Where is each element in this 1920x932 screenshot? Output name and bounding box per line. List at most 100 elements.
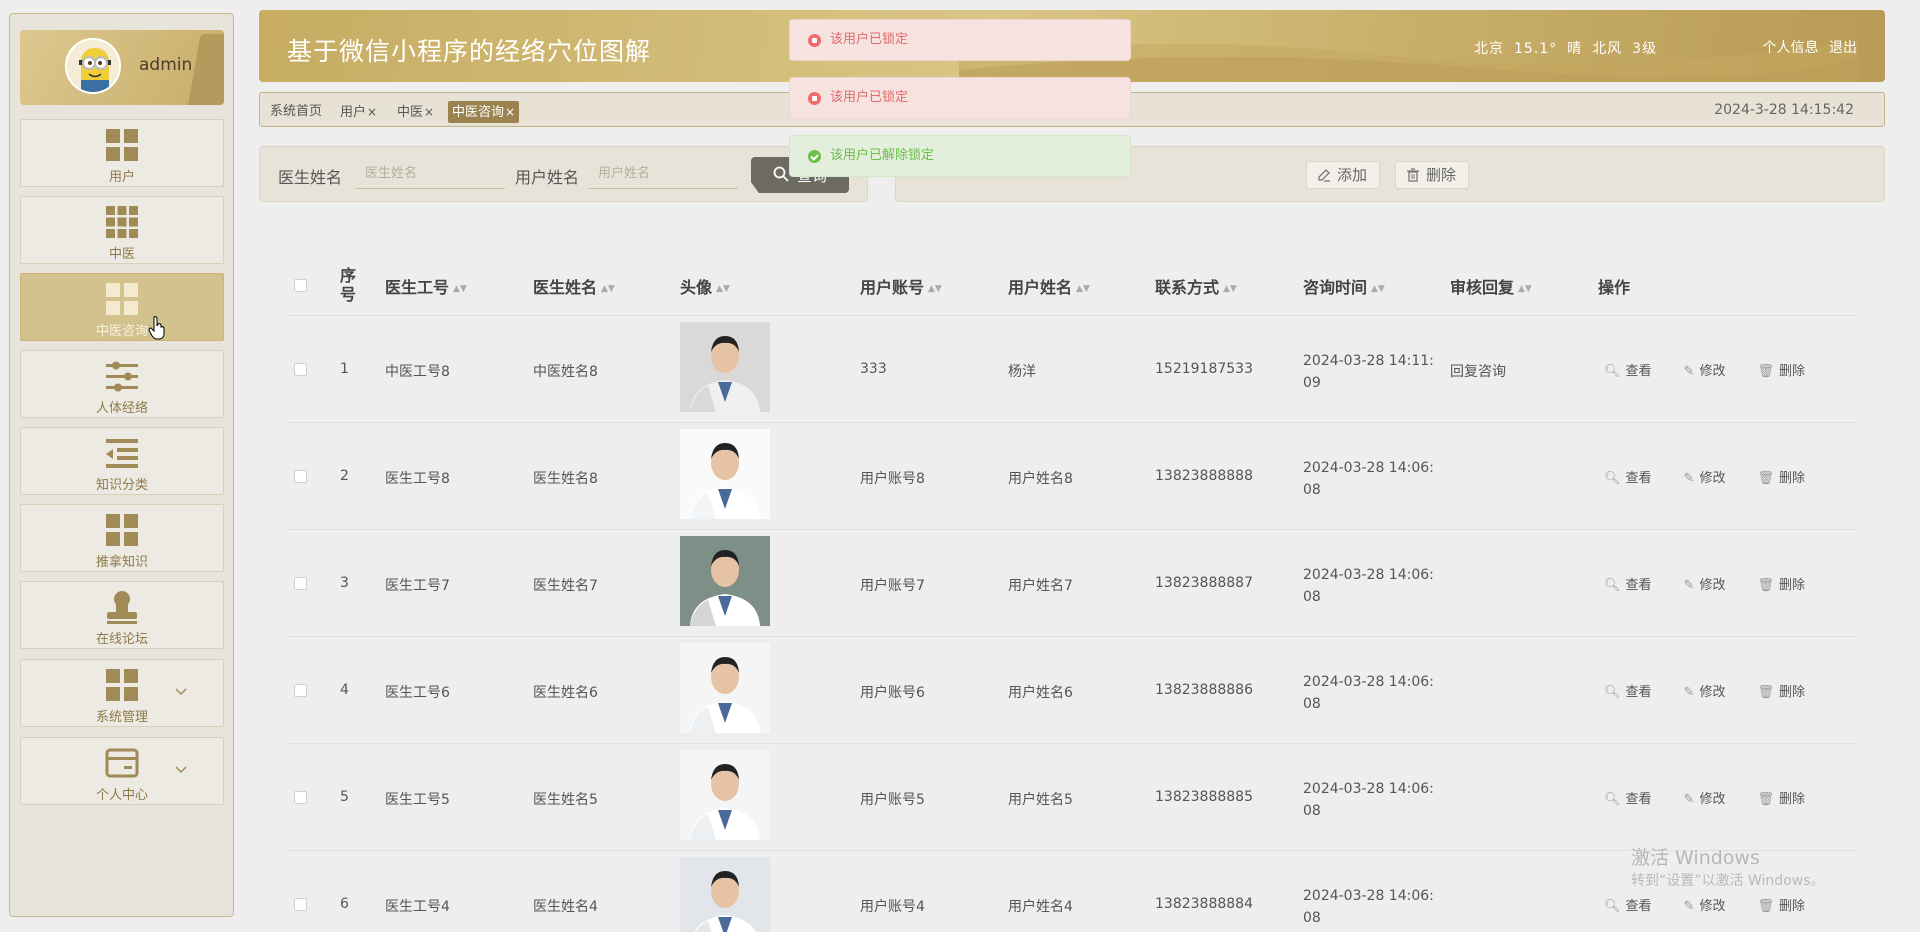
row-delete-button[interactable]: 🗑︎ 删除 bbox=[1757, 792, 1821, 807]
row-checkbox[interactable] bbox=[294, 791, 307, 804]
add-button[interactable]: 添加 bbox=[1306, 161, 1381, 189]
doctor-photo[interactable] bbox=[680, 857, 770, 932]
tab-users[interactable]: 用户× bbox=[336, 101, 381, 123]
row-delete-button[interactable]: 🗑︎ 删除 bbox=[1757, 899, 1821, 914]
tab-tcm-consult[interactable]: 中医咨询× bbox=[448, 101, 520, 123]
tab-label: 用户 bbox=[340, 105, 367, 120]
edit-button[interactable]: ✎ 修改 bbox=[1684, 685, 1742, 700]
profile-link[interactable]: 个人信息 bbox=[1763, 40, 1819, 56]
tab-close-icon[interactable]: × bbox=[424, 105, 434, 119]
sidebar-item-profile[interactable]: 个人中心 bbox=[20, 737, 224, 805]
search-icon: 🔍︎ bbox=[1604, 899, 1621, 914]
col-label: 医生姓名 bbox=[533, 278, 598, 297]
edit-pen-icon: ✎ bbox=[1683, 685, 1695, 700]
doctor-photo[interactable] bbox=[680, 429, 770, 519]
col-photo[interactable]: 头像 ▲▼ bbox=[680, 274, 730, 298]
cell-phone: 13823888887 bbox=[1155, 575, 1253, 591]
view-button[interactable]: 🔍︎ 查看 bbox=[1604, 685, 1668, 700]
cell-reply: 回复咨询 bbox=[1450, 364, 1506, 380]
cell-user-name: 用户姓名4 bbox=[1008, 899, 1073, 915]
view-button[interactable]: 🔍︎ 查看 bbox=[1604, 578, 1668, 593]
sort-icon[interactable]: ▲▼ bbox=[716, 284, 730, 294]
edit-button[interactable]: ✎ 修改 bbox=[1684, 471, 1742, 486]
doctor-photo[interactable] bbox=[680, 643, 770, 733]
edit-button[interactable]: ✎ 修改 bbox=[1684, 792, 1742, 807]
sidebar-item-label: 推拿知识 bbox=[95, 555, 148, 570]
col-account[interactable]: 用户账号 ▲▼ bbox=[860, 274, 942, 298]
time-line: 08 bbox=[1303, 696, 1321, 712]
sidebar-item-meridians[interactable]: 人体经络 bbox=[20, 350, 224, 418]
col-user-name[interactable]: 用户姓名 ▲▼ bbox=[1008, 274, 1090, 298]
view-button[interactable]: 🔍︎ 查看 bbox=[1604, 792, 1668, 807]
col-phone[interactable]: 联系方式 ▲▼ bbox=[1155, 274, 1237, 298]
row-actions: 🔍︎ 查看 ✎ 修改 🗑︎ 删除 bbox=[1604, 788, 1837, 807]
edit-button[interactable]: ✎ 修改 bbox=[1684, 899, 1742, 914]
view-button[interactable]: 🔍︎ 查看 bbox=[1604, 471, 1668, 486]
weather-level: 3级 bbox=[1632, 41, 1658, 57]
delete-button[interactable]: 删除 bbox=[1395, 161, 1470, 189]
edit-button[interactable]: ✎ 修改 bbox=[1684, 578, 1742, 593]
sidebar-item-forum[interactable]: 在线论坛 bbox=[20, 581, 224, 649]
sort-icon[interactable]: ▲▼ bbox=[453, 284, 467, 294]
row-checkbox[interactable] bbox=[294, 898, 307, 911]
avatar[interactable] bbox=[65, 38, 121, 94]
consult-table: 序号 医生工号 ▲▼ 医生姓名 ▲▼ 头像 ▲▼ 用户账号 ▲▼ 用户姓名 ▲▼ 联系方式… bbox=[286, 254, 1858, 932]
edit-button[interactable]: ✎ 修改 bbox=[1684, 364, 1742, 379]
search-icon: 🔍︎ bbox=[1604, 792, 1621, 807]
sidebar-item-users[interactable]: 用户 bbox=[20, 119, 224, 187]
sidebar-item-massage[interactable]: 推拿知识 bbox=[20, 504, 224, 572]
tab-label: 中医咨询 bbox=[452, 105, 505, 120]
trash-icon: 🗑︎ bbox=[1757, 685, 1774, 700]
table-row: 6 医生工号4 医生姓名4 用户账号4 用户姓名4 13823888884 2024-03-… bbox=[286, 851, 1858, 932]
doctor-name-input[interactable] bbox=[355, 159, 505, 189]
user-stamp-icon bbox=[107, 591, 137, 624]
tab-tcm[interactable]: 中医× bbox=[393, 101, 438, 123]
doctor-photo[interactable] bbox=[680, 536, 770, 626]
grid-4-icon bbox=[106, 514, 138, 546]
sidebar-item-label: 中医咨询 bbox=[95, 324, 148, 339]
view-button[interactable]: 🔍︎ 查看 bbox=[1604, 899, 1668, 914]
sidebar-item-tcm-consult[interactable]: 中医咨询 bbox=[20, 273, 224, 341]
col-consult-time[interactable]: 咨询时间 ▲▼ bbox=[1303, 274, 1385, 298]
row-delete-button[interactable]: 🗑︎ 删除 bbox=[1757, 364, 1821, 379]
sort-icon[interactable]: ▲▼ bbox=[601, 284, 615, 294]
user-name-input[interactable] bbox=[588, 159, 738, 189]
tab-home[interactable]: 系统首页 bbox=[266, 101, 326, 123]
weather-cond: 晴 bbox=[1567, 41, 1583, 57]
sidebar-item-knowledge-category[interactable]: 知识分类 bbox=[20, 427, 224, 495]
row-checkbox[interactable] bbox=[294, 363, 307, 376]
col-reply[interactable]: 审核回复 ▲▼ bbox=[1450, 274, 1532, 298]
cell-doctor-no: 医生工号4 bbox=[385, 899, 450, 915]
cell-account: 333 bbox=[860, 361, 887, 377]
select-all-checkbox[interactable] bbox=[294, 279, 307, 292]
row-checkbox[interactable] bbox=[294, 470, 307, 483]
tab-close-icon[interactable]: × bbox=[367, 105, 377, 119]
search-icon: 🔍︎ bbox=[1604, 685, 1621, 700]
col-doctor-name[interactable]: 医生姓名 ▲▼ bbox=[533, 274, 615, 298]
sort-icon[interactable]: ▲▼ bbox=[1371, 284, 1385, 294]
view-button[interactable]: 🔍︎ 查看 bbox=[1604, 364, 1668, 379]
cell-index: 3 bbox=[340, 575, 349, 591]
table-row: 4 医生工号6 医生姓名6 用户账号6 用户姓名6 13823888886 2024-03-… bbox=[286, 637, 1858, 744]
row-delete-button[interactable]: 🗑︎ 删除 bbox=[1757, 685, 1821, 700]
doctor-photo[interactable] bbox=[680, 322, 770, 412]
row-delete-button[interactable]: 🗑︎ 删除 bbox=[1757, 471, 1821, 486]
cell-account: 用户账号7 bbox=[860, 578, 925, 594]
cell-phone: 13823888884 bbox=[1155, 896, 1253, 912]
row-checkbox[interactable] bbox=[294, 684, 307, 697]
sort-icon[interactable]: ▲▼ bbox=[1223, 284, 1237, 294]
sort-icon[interactable]: ▲▼ bbox=[928, 284, 942, 294]
doctor-photo[interactable] bbox=[680, 750, 770, 840]
col-doctor-no[interactable]: 医生工号 ▲▼ bbox=[385, 274, 467, 298]
sort-icon[interactable]: ▲▼ bbox=[1076, 284, 1090, 294]
row-delete-button[interactable]: 🗑︎ 删除 bbox=[1757, 578, 1821, 593]
trash-icon: 🗑︎ bbox=[1757, 364, 1774, 379]
sidebar-item-system[interactable]: 系统管理 bbox=[20, 659, 224, 727]
sort-icon[interactable]: ▲▼ bbox=[1518, 284, 1532, 294]
row-checkbox[interactable] bbox=[294, 577, 307, 590]
sidebar-item-tcm[interactable]: 中医 bbox=[20, 196, 224, 264]
tab-close-icon[interactable]: × bbox=[505, 105, 515, 119]
edit-label: 修改 bbox=[1699, 578, 1726, 593]
logout-link[interactable]: 退出 bbox=[1829, 40, 1857, 56]
doctor-portrait-icon bbox=[680, 857, 770, 932]
